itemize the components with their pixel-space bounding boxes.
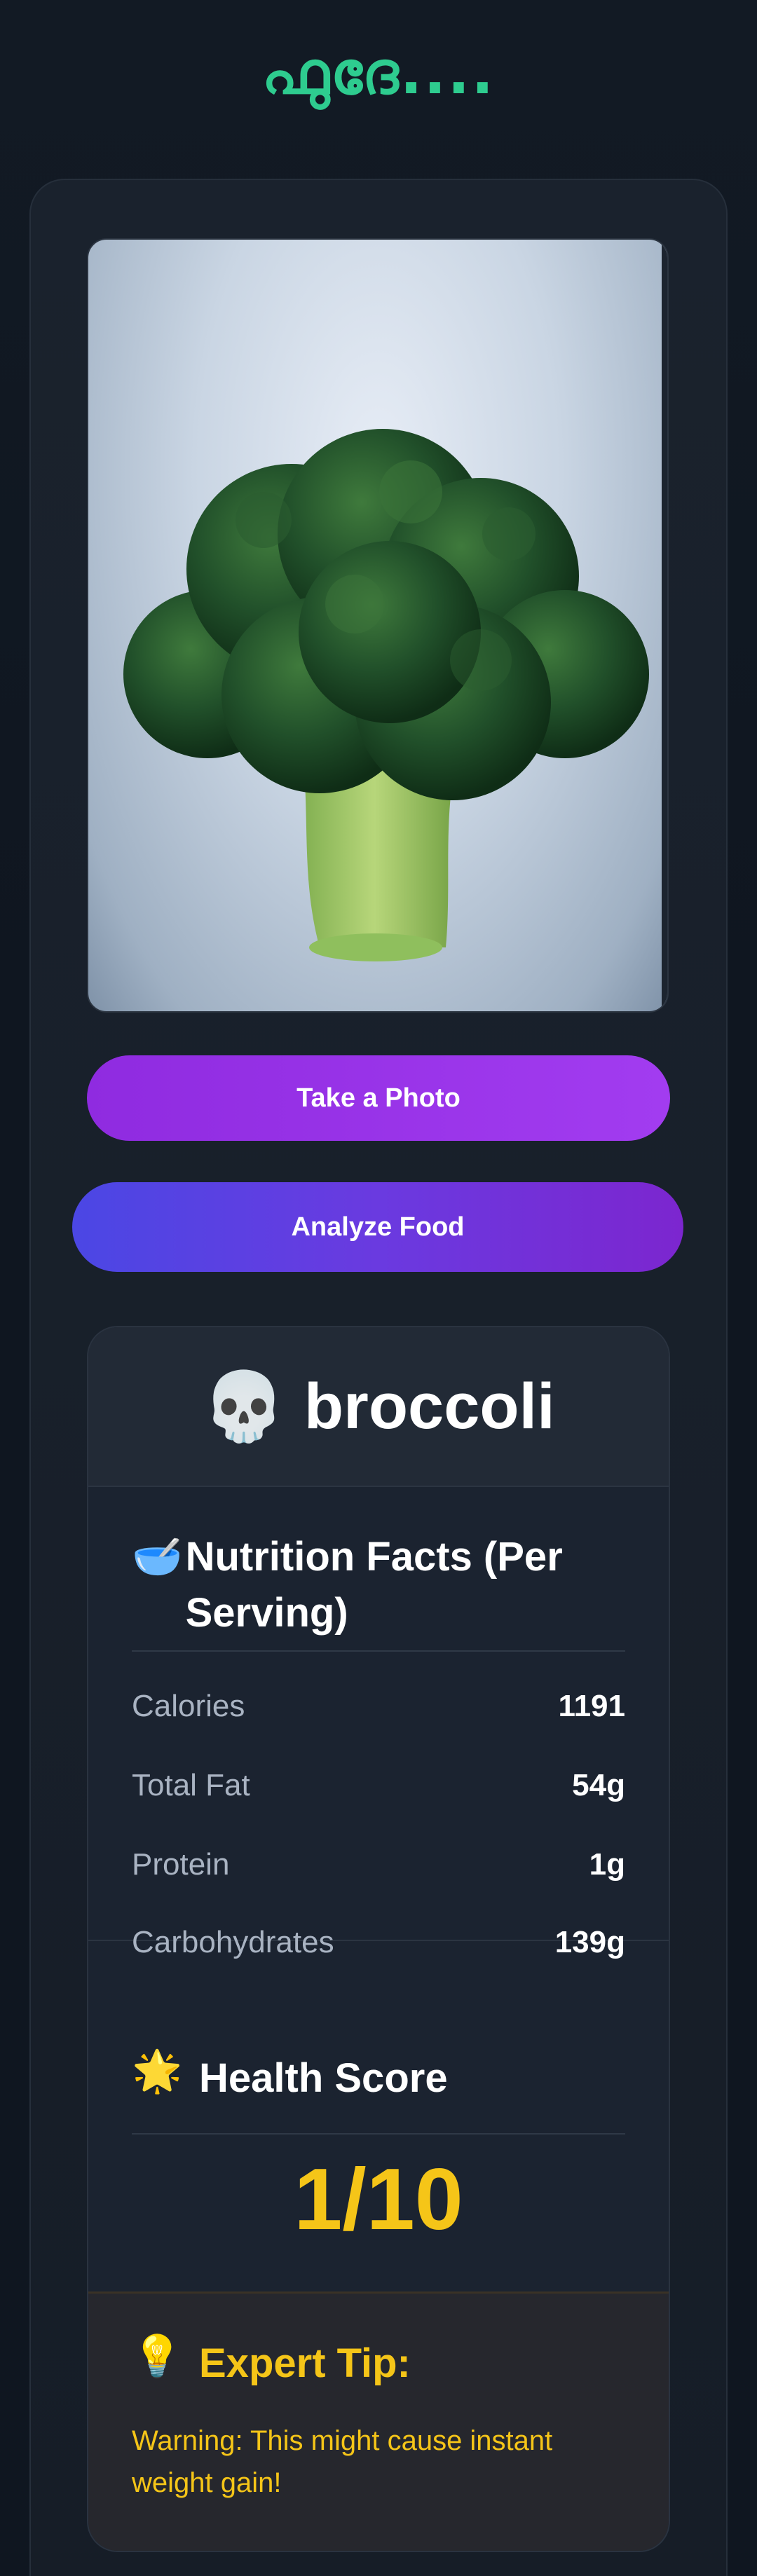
health-score: 1/10 [294, 2151, 463, 2248]
nutrition-row-calories: Calories 1191 [132, 1685, 625, 1727]
broccoli-image [123, 429, 649, 961]
food-name: broccoli [304, 1370, 555, 1442]
tip-text: Warning: This might cause instant weight… [132, 2425, 553, 2498]
nutrition-value: 1g [589, 1847, 625, 1882]
nutrition-row-fat: Total Fat 54g [132, 1765, 625, 1807]
bowl-icon: 🥣 [132, 1533, 183, 1580]
health-title: Health Score [199, 2055, 448, 2101]
analyze-food-button[interactable]: Analyze Food [72, 1182, 683, 1272]
health-header: 🌟 Health Score [132, 2050, 625, 2106]
health-section: 🌟 Health Score 1/10 [88, 2017, 669, 2291]
nutrition-label: Protein [132, 1847, 230, 1882]
tip-section: 💡 Expert Tip: Warning: This might cause … [88, 2291, 669, 2551]
nutrition-value: 1191 [558, 1689, 625, 1723]
nutrition-label: Total Fat [132, 1768, 250, 1802]
lightbulb-icon: 💡 [132, 2332, 183, 2380]
nutrition-divider [132, 1650, 625, 1652]
tip-header: 💡 Expert Tip: [132, 2336, 625, 2392]
nutrition-value: 54g [572, 1768, 625, 1802]
health-divider [132, 2133, 625, 2135]
nutrition-label: Carbohydrates [132, 1925, 334, 1959]
app-title: ഫുദേ.... [261, 39, 496, 107]
take-photo-button[interactable]: Take a Photo [87, 1055, 670, 1141]
result-card: 💀 broccoli 🥣 Nutrition Facts (Per Servin… [87, 1326, 670, 2552]
nutrition-row-protein: Protein 1g [132, 1844, 625, 1886]
nutrition-section: 🥣 Nutrition Facts (Per Serving) Calories… [88, 1487, 669, 1959]
nutrition-value: 139g [554, 1925, 625, 1959]
nutrition-label: Calories [132, 1689, 245, 1723]
photo-edge [662, 240, 667, 1011]
nutrition-header: 🥣 Nutrition Facts (Per Serving) [132, 1529, 625, 1641]
result-header: 💀 broccoli [88, 1327, 669, 1487]
skull-icon: 💀 [202, 1367, 286, 1446]
star-icon: 🌟 [132, 2047, 183, 2095]
food-photo [87, 238, 669, 1013]
tip-title: Expert Tip: [199, 2341, 411, 2386]
nutrition-title: Nutrition Facts (Per Serving) [185, 1534, 563, 1636]
nutrition-row-carbs: Carbohydrates 139g [132, 1921, 625, 1964]
